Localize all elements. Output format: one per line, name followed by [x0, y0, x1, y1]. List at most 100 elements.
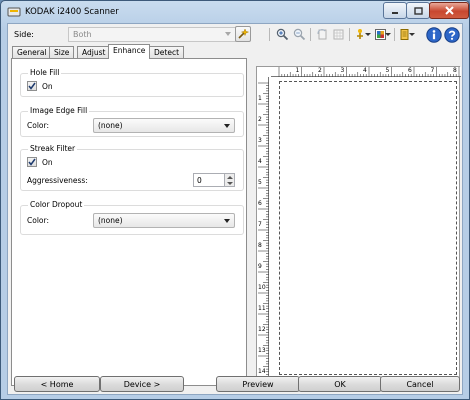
hole-fill-title: Hole Fill — [28, 68, 62, 77]
ruler-number: 5 — [258, 179, 262, 186]
aggressiveness-input[interactable]: 0 — [193, 173, 225, 187]
tab-detect[interactable]: Detect — [149, 46, 185, 58]
zoom-in-button[interactable] — [274, 26, 290, 42]
tab-size[interactable]: Size — [49, 46, 75, 58]
streak-filter-checkbox[interactable] — [27, 157, 37, 167]
toolbar-separator — [394, 28, 395, 41]
ok-button[interactable]: OK — [298, 376, 382, 392]
ruler-number: 3 — [340, 67, 345, 74]
dropout-color-select[interactable]: (none) — [93, 213, 235, 228]
ruler-ticks — [258, 82, 269, 386]
close-button[interactable] — [429, 2, 469, 19]
ruler-number: 1 — [295, 67, 300, 74]
aggressiveness-spinner[interactable] — [225, 173, 235, 187]
image-settings-dropdown[interactable] — [364, 26, 372, 42]
side-select[interactable]: Both — [68, 27, 236, 42]
toolbar-separator — [269, 28, 270, 41]
horizontal-ruler: 1 2 3 4 5 6 7 8 — [271, 67, 461, 77]
zoom-out-button[interactable] — [291, 26, 307, 42]
ruler-number: 7 — [430, 67, 435, 74]
hole-fill-on-label: On — [42, 82, 53, 91]
wizard-button[interactable] — [235, 26, 251, 42]
preview-button[interactable]: Preview — [216, 376, 300, 392]
vertical-ruler: 1 2 3 4 5 6 7 8 9 10 11 12 13 14 — [257, 77, 269, 389]
ruler-number: 8 — [453, 67, 457, 74]
maximize-button[interactable] — [406, 2, 430, 19]
ruler-number: 3 — [258, 137, 262, 144]
hole-fill-checkbox[interactable] — [27, 81, 37, 91]
side-select-value: Both — [73, 30, 92, 39]
tab-enhance[interactable]: Enhance — [108, 44, 151, 59]
ruler-number: 6 — [408, 67, 412, 74]
streak-filter-group: Streak Filter On Aggressiveness: 0 — [20, 144, 244, 191]
minimize-button[interactable] — [383, 2, 407, 19]
streak-filter-on-label: On — [42, 158, 53, 167]
ruler-number: 1 — [258, 95, 262, 102]
zoom-out-icon — [293, 28, 305, 40]
help-button[interactable] — [443, 26, 460, 43]
ruler-number: 8 — [258, 242, 262, 249]
ruler-number: 13 — [258, 347, 266, 354]
image-edge-fill-title: Image Edge Fill — [28, 106, 90, 115]
ruler-number: 2 — [318, 67, 322, 74]
edge-fill-color-select[interactable]: (none) — [93, 118, 235, 133]
chevron-down-icon — [224, 219, 230, 223]
ruler-number: 9 — [258, 263, 262, 270]
edge-fill-color-label: Color: — [27, 121, 49, 130]
tab-adjust[interactable]: Adjust — [77, 46, 111, 58]
zoom-in-icon — [276, 28, 288, 40]
ruler-number: 5 — [385, 67, 390, 74]
hole-fill-group: Hole Fill On — [20, 68, 244, 97]
enhance-tab-panel: Hole Fill On Image Edge Fill Color: (non… — [11, 58, 247, 386]
title-bar: KODAK i2400 Scanner — [1, 1, 469, 23]
home-button[interactable]: < Home — [14, 376, 100, 392]
scanner-window: KODAK i2400 Scanner Side: Both General S… — [0, 0, 470, 400]
rotate-icon — [317, 28, 326, 39]
ruler-number: 7 — [258, 221, 262, 228]
checkmark-icon — [28, 82, 36, 90]
image-edge-fill-group: Image Edge Fill Color: (none) — [20, 106, 244, 137]
ruler-number: 6 — [258, 200, 262, 207]
window-title: KODAK i2400 Scanner — [25, 7, 119, 17]
edge-fill-color-value: (none) — [98, 121, 123, 130]
ruler-number: 4 — [363, 67, 367, 74]
settings-shortcut-dropdown[interactable] — [408, 26, 416, 42]
chevron-down-icon — [409, 33, 415, 36]
tab-general[interactable]: General — [12, 46, 52, 58]
cancel-button[interactable]: Cancel — [380, 376, 460, 392]
color-dropout-title: Color Dropout — [28, 200, 85, 209]
help-icon — [443, 26, 460, 43]
streak-filter-title: Streak Filter — [28, 144, 78, 153]
dropout-color-value: (none) — [98, 216, 123, 225]
info-button[interactable] — [425, 26, 442, 43]
checkmark-icon — [28, 158, 36, 166]
color-preview-dropdown[interactable] — [384, 26, 392, 42]
device-button[interactable]: Device > — [100, 376, 184, 392]
info-icon — [425, 26, 442, 43]
grid-icon — [333, 29, 343, 39]
spin-down-icon[interactable] — [227, 182, 233, 185]
ruler-number: 10 — [258, 284, 266, 291]
rotate-button[interactable] — [314, 26, 330, 42]
ruler-number: 2 — [258, 116, 262, 123]
side-label: Side: — [14, 30, 34, 39]
grid-button[interactable] — [330, 26, 346, 42]
chevron-down-icon — [365, 33, 371, 36]
image-preview-area[interactable]: 12345678 1 2 3 4 5 6 7 8 9 10 11 12 13 14 — [256, 66, 461, 389]
spin-up-icon[interactable] — [227, 176, 233, 179]
page-outline — [279, 81, 457, 375]
ruler-number: 12 — [258, 326, 266, 333]
app-icon — [7, 5, 21, 19]
toolbar-separator — [310, 28, 311, 41]
aggressiveness-label: Aggressiveness: — [27, 176, 88, 185]
dialog-client-area: Side: Both General Size Adjust Enhance D… — [7, 23, 463, 395]
wizard-icon — [238, 28, 249, 39]
dropout-color-label: Color: — [27, 216, 49, 225]
chevron-down-icon — [225, 32, 231, 36]
chevron-down-icon — [224, 124, 230, 128]
ruler-number: 4 — [258, 158, 262, 165]
ruler-number: 14 — [258, 368, 266, 375]
ruler-number: 11 — [258, 305, 266, 312]
chevron-down-icon — [385, 33, 391, 36]
color-dropout-group: Color Dropout Color: (none) — [20, 200, 244, 235]
